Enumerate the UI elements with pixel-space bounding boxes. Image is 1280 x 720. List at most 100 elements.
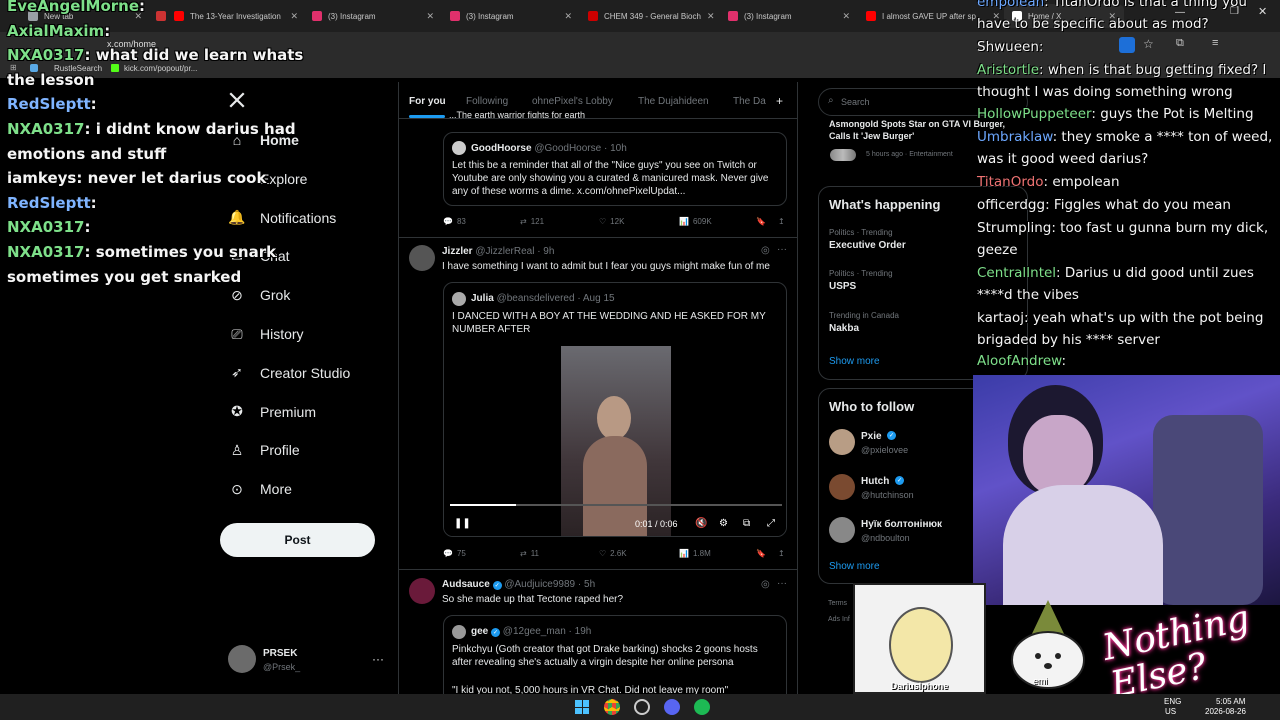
follow-name[interactable]: Pxie — [861, 431, 882, 442]
close-tab-icon[interactable]: ✕ — [842, 11, 850, 22]
author-name[interactable]: Jizzler — [442, 246, 473, 257]
account-avatar[interactable] — [228, 645, 256, 673]
bookmark-icon[interactable]: 🔖 — [756, 217, 766, 226]
pause-icon[interactable]: ❚❚ — [454, 518, 471, 529]
chat-username[interactable]: NXA0317 — [7, 243, 84, 261]
chat-username[interactable]: NXA0317 — [7, 120, 84, 138]
trend-name[interactable]: Executive Order — [829, 240, 906, 251]
windows-start-icon[interactable] — [575, 700, 589, 714]
tab-the-da[interactable]: The Da — [733, 96, 766, 107]
language-indicator[interactable]: ENG — [1164, 697, 1181, 706]
add-tab-icon[interactable]: + — [776, 94, 783, 108]
chat-username[interactable]: RedSleptt — [7, 95, 91, 113]
browser-tab[interactable]: The 13-Year Investigation ✕ — [166, 4, 306, 28]
chat-username[interactable]: Shwueen — [977, 39, 1039, 55]
bookmark-kick[interactable]: kick.com/popout/pr... — [124, 64, 197, 73]
account-more-icon[interactable]: ··· — [372, 652, 384, 666]
chat-username[interactable]: Aristortle — [977, 62, 1039, 78]
share-icon[interactable]: ↥ — [778, 217, 785, 226]
author-avatar[interactable] — [409, 245, 435, 271]
chat-username[interactable]: officerdgg — [977, 197, 1045, 213]
like-button[interactable]: ♡ 2.6K — [599, 549, 627, 558]
browser-tab[interactable]: (3) Instagram ✕ — [304, 4, 442, 28]
chat-username[interactable]: EveAngelMorne — [7, 0, 139, 15]
close-tab-icon[interactable]: ✕ — [290, 11, 298, 22]
close-tab-icon[interactable]: ✕ — [426, 11, 434, 22]
follow-avatar[interactable] — [829, 429, 855, 455]
bookmark-icon[interactable]: 🔖 — [756, 549, 766, 558]
sidebar-item-history[interactable]: ⎚ History — [228, 325, 303, 343]
ads-info-link[interactable]: Ads Inf — [828, 616, 850, 623]
repost-button[interactable]: ⇄ 11 — [520, 549, 539, 558]
grok-icon[interactable]: ◎ — [761, 245, 770, 256]
views-count[interactable]: 📊 1.8M — [679, 549, 711, 558]
chat-username[interactable]: Strumpling — [977, 220, 1051, 236]
sidebar-item-notifications[interactable]: 🔔 Notifications — [228, 209, 336, 227]
chat-username[interactable]: NXA0317 — [7, 46, 84, 64]
sidebar-item-creator-studio[interactable]: ➶ Creator Studio — [228, 364, 350, 382]
chat-username[interactable]: HollowPuppeteer — [977, 106, 1091, 122]
sidebar-item-profile[interactable]: ♙ Profile — [228, 441, 300, 459]
terms-link[interactable]: Terms — [828, 600, 847, 607]
post-more-icon[interactable]: ··· — [777, 578, 787, 589]
chat-username[interactable]: AxialMaxim — [7, 22, 104, 40]
chrome-icon[interactable] — [604, 699, 620, 715]
author-avatar[interactable] — [409, 578, 435, 604]
share-icon[interactable]: ↥ — [778, 549, 785, 558]
like-button[interactable]: ♡ 12K — [599, 217, 624, 226]
mute-icon[interactable]: 🔇 — [695, 518, 707, 529]
browser-tab[interactable]: (3) Instagram ✕ — [442, 4, 580, 28]
follow-avatar[interactable] — [829, 517, 855, 543]
views-count[interactable]: 📊 609K — [679, 217, 712, 226]
chat-username[interactable]: iamkeys — [7, 169, 76, 187]
browser-tab[interactable]: (3) Instagram ✕ — [720, 4, 858, 28]
chat-username[interactable]: RedSleptt — [7, 194, 91, 212]
show-more-link[interactable]: Show more — [829, 561, 880, 572]
post-button[interactable]: Post — [220, 523, 375, 557]
tab-for-you[interactable]: For you — [409, 96, 446, 107]
chat-username[interactable]: kartaoj — [977, 310, 1024, 326]
browser-tab[interactable]: CHEM 349 - General Bioch ✕ — [580, 4, 720, 28]
chat-username[interactable]: CentralIntel — [977, 265, 1056, 281]
repost-button[interactable]: ⇄ 121 — [520, 217, 544, 226]
browser-tab[interactable]: ✕ — [148, 4, 166, 28]
post-more-icon[interactable]: ··· — [777, 244, 787, 255]
follow-avatar[interactable] — [829, 474, 855, 500]
reply-button[interactable]: 💬 83 — [443, 217, 466, 226]
chat-username[interactable]: Umbraklaw — [977, 129, 1053, 145]
clock-time[interactable]: 5:05 AM — [1216, 697, 1245, 706]
follow-name[interactable]: Hutch — [861, 476, 889, 487]
grok-icon[interactable]: ◎ — [761, 579, 770, 590]
chat-username[interactable]: NXA0317 — [7, 218, 84, 236]
trend-name[interactable]: USPS — [829, 281, 856, 292]
chat-username[interactable]: AloofAndrew — [977, 353, 1061, 369]
sidebar-item-grok[interactable]: ⊘ Grok — [228, 286, 290, 304]
video-player[interactable]: ❚❚ 0:01 / 0:06 🔇 ⚙ ⧉ ⤢ — [444, 346, 786, 536]
quote-tweet[interactable]: GoodHoorse @GoodHoorse · 10h Let this be… — [443, 132, 787, 206]
tab-following[interactable]: Following — [466, 96, 508, 107]
sidebar-item-more[interactable]: ⊙ More — [228, 480, 292, 498]
chat-username[interactable]: empolean — [977, 0, 1044, 10]
show-more-link[interactable]: Show more — [829, 356, 880, 367]
follow-name[interactable]: Нуїк болтонінюк — [861, 519, 942, 530]
video-progress-track[interactable] — [450, 504, 782, 506]
close-tab-icon[interactable]: ✕ — [707, 11, 715, 22]
close-tab-icon[interactable]: ✕ — [564, 11, 572, 22]
sidebar-item-premium[interactable]: ✪ Premium — [228, 403, 316, 421]
sidebar-item-label: Explore — [260, 170, 308, 187]
tab-ohnepixels-lobby[interactable]: ohnePixel's Lobby — [532, 96, 613, 107]
discord-icon[interactable] — [664, 699, 680, 715]
tab-dujahideen[interactable]: The Dujahideen — [638, 96, 709, 107]
spotify-icon[interactable] — [694, 699, 710, 715]
fullscreen-icon[interactable]: ⤢ — [767, 518, 775, 529]
x-logo-icon[interactable] — [228, 91, 246, 109]
reply-button[interactable]: 💬 75 — [443, 549, 466, 558]
chat-username[interactable]: TitanOrdo — [977, 174, 1043, 190]
trend-name[interactable]: Nakba — [829, 323, 859, 334]
author-name[interactable]: Audsauce — [442, 579, 490, 590]
quote-tweet[interactable]: Julia @beansdelivered · Aug 15 I DANCED … — [443, 282, 787, 537]
pip-icon[interactable]: ⧉ — [743, 518, 750, 529]
quote-tweet[interactable]: gee ✓ @12gee_man · 19h Pinkchyu (Goth cr… — [443, 615, 787, 694]
obs-icon[interactable] — [634, 699, 650, 715]
settings-icon[interactable]: ⚙ — [719, 518, 728, 529]
